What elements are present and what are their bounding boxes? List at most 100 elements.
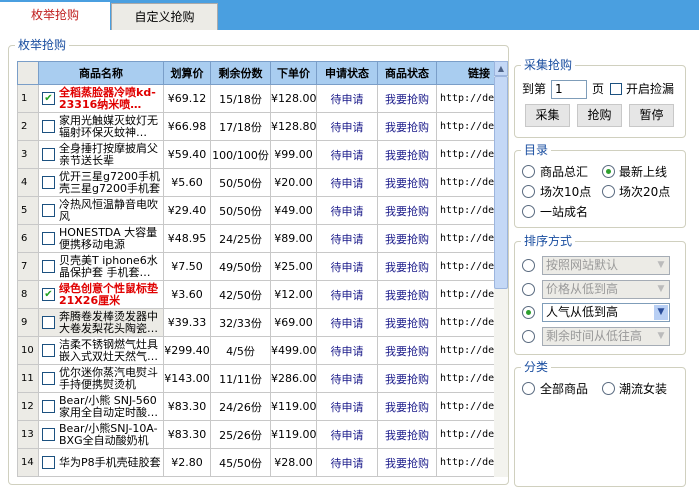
product-name[interactable]: 优尔迷你蒸汽电熨斗手持便携熨烫机	[38, 364, 164, 393]
product-name[interactable]: 冷热风恒温静音电吹风	[38, 196, 164, 225]
product-name[interactable]: ✔ 绿色创意个性鼠标垫21X26厘米	[38, 280, 164, 309]
apply-status[interactable]: 待申请	[316, 196, 378, 225]
product-name[interactable]: ✔ 全稻蒸脸器冷喷kd-23316纳米喷…	[38, 84, 164, 113]
buy-link[interactable]: 我要抢购	[377, 420, 437, 449]
scroll-up-icon[interactable]: ▲	[494, 61, 508, 76]
radio-category-women[interactable]	[602, 382, 615, 395]
buy-link[interactable]: 我要抢购	[377, 308, 437, 337]
apply-status[interactable]: 待申请	[316, 308, 378, 337]
apply-status[interactable]: 待申请	[316, 252, 378, 281]
product-name[interactable]: 全身捶打按摩披肩父亲节送长辈	[38, 140, 164, 169]
buy-link[interactable]: 我要抢购	[377, 168, 437, 197]
header-name[interactable]: 商品名称	[38, 61, 164, 85]
header-link[interactable]: 链接	[436, 61, 495, 85]
radio-category-all[interactable]	[522, 382, 535, 395]
table-row[interactable]: 11 优尔迷你蒸汽电熨斗手持便携熨烫机 ¥143.00 11/11份 ¥286.00 待申…	[17, 364, 495, 393]
apply-status[interactable]: 待申请	[316, 224, 378, 253]
apply-status[interactable]: 待申请	[316, 364, 378, 393]
radio-sort-price[interactable]	[522, 283, 535, 296]
header-remain[interactable]: 剩余份数	[210, 61, 271, 85]
header-item-status[interactable]: 商品状态	[377, 61, 437, 85]
apply-status[interactable]: 待申请	[316, 392, 378, 421]
apply-status[interactable]: 待申请	[316, 336, 378, 365]
radio-catalog-all[interactable]	[522, 165, 535, 178]
table-row[interactable]: 10 洁柔不锈钢燃气灶具嵌入式双灶天然气… ¥299.40 4/5份 ¥499.00 待申…	[17, 336, 495, 365]
radio-catalog-10[interactable]	[522, 185, 535, 198]
tab-custom-buy[interactable]: 自定义抢购	[111, 3, 218, 30]
row-checkbox[interactable]	[42, 316, 55, 329]
radio-sort-time[interactable]	[522, 330, 535, 343]
row-checkbox[interactable]	[42, 344, 55, 357]
row-checkbox[interactable]	[42, 456, 55, 469]
url[interactable]: http://de	[436, 140, 495, 169]
radio-sort-popularity[interactable]	[522, 306, 535, 319]
row-checkbox[interactable]	[42, 176, 55, 189]
buy-link[interactable]: 我要抢购	[377, 280, 437, 309]
tab-enum-buy[interactable]: 枚举抢购	[0, 2, 110, 31]
url[interactable]: http://de	[436, 392, 495, 421]
header-apply-status[interactable]: 申请状态	[316, 61, 378, 85]
collect-button[interactable]: 采集	[525, 104, 570, 127]
vertical-scrollbar[interactable]: ▲	[494, 61, 508, 477]
buy-link[interactable]: 我要抢购	[377, 336, 437, 365]
url[interactable]: http://de	[436, 168, 495, 197]
apply-status[interactable]: 待申请	[316, 448, 378, 477]
radio-sort-default[interactable]	[522, 259, 535, 272]
buy-link[interactable]: 我要抢购	[377, 84, 437, 113]
table-row[interactable]: 12 Bear/小熊 SNJ-560家用全自动定时酸… ¥83.30 24/26份 ¥1…	[17, 392, 495, 421]
url[interactable]: http://de	[436, 224, 495, 253]
buy-link[interactable]: 我要抢购	[377, 112, 437, 141]
buy-link[interactable]: 我要抢购	[377, 252, 437, 281]
product-name[interactable]: HONESTDA 大容量便携移动电源	[38, 224, 164, 253]
row-checkbox[interactable]	[42, 120, 55, 133]
header-price[interactable]: 划算价	[163, 61, 211, 85]
table-row[interactable]: 2 家用光触媒灭蚊灯无辐射环保灭蚊神… ¥66.98 17/18份 ¥128.80 待申请…	[17, 112, 495, 141]
url[interactable]: http://de	[436, 280, 495, 309]
url[interactable]: http://de	[436, 364, 495, 393]
apply-status[interactable]: 待申请	[316, 280, 378, 309]
scroll-thumb[interactable]	[494, 76, 508, 289]
table-row[interactable]: 9 奔腾卷发棒烫发器中大卷发梨花头陶瓷… ¥39.33 32/33份 ¥69.00 待申请…	[17, 308, 495, 337]
url[interactable]: http://de	[436, 420, 495, 449]
buy-link[interactable]: 我要抢购	[377, 392, 437, 421]
url[interactable]: http://de	[436, 84, 495, 113]
apply-status[interactable]: 待申请	[316, 140, 378, 169]
row-checkbox[interactable]	[42, 204, 55, 217]
sort-select-default[interactable]: 按照网站默认 ▼	[542, 256, 670, 275]
apply-status[interactable]: 待申请	[316, 84, 378, 113]
sort-select-price[interactable]: 价格从低到高 ▼	[542, 280, 670, 299]
pause-button[interactable]: 暂停	[629, 104, 674, 127]
radio-catalog-famous[interactable]	[522, 205, 535, 218]
row-checkbox[interactable]: ✔	[42, 92, 55, 105]
leak-checkbox[interactable]	[610, 83, 622, 95]
sort-select-time[interactable]: 剩余时间从低往高 ▼	[542, 327, 670, 346]
row-checkbox[interactable]	[42, 428, 55, 441]
table-row[interactable]: 8 ✔ 绿色创意个性鼠标垫21X26厘米 ¥3.60 42/50份 ¥12.00 待申请 我要…	[17, 280, 495, 309]
apply-status[interactable]: 待申请	[316, 420, 378, 449]
row-checkbox[interactable]	[42, 232, 55, 245]
product-name[interactable]: 家用光触媒灭蚊灯无辐射环保灭蚊神…	[38, 112, 164, 141]
buy-link[interactable]: 我要抢购	[377, 448, 437, 477]
radio-catalog-newest[interactable]	[602, 165, 615, 178]
row-checkbox[interactable]	[42, 372, 55, 385]
url[interactable]: http://de	[436, 252, 495, 281]
table-row[interactable]: 13 Bear/小熊SNJ-10A-BXG全自动酸奶机 ¥83.30 25/26份 ¥1…	[17, 420, 495, 449]
row-checkbox[interactable]	[42, 400, 55, 413]
product-name[interactable]: 奔腾卷发棒烫发器中大卷发梨花头陶瓷…	[38, 308, 164, 337]
buy-button[interactable]: 抢购	[577, 104, 622, 127]
apply-status[interactable]: 待申请	[316, 112, 378, 141]
buy-link[interactable]: 我要抢购	[377, 196, 437, 225]
url[interactable]: http://de	[436, 448, 495, 477]
radio-catalog-20[interactable]	[602, 185, 615, 198]
table-row[interactable]: 7 贝壳美T iphone6水晶保护套 手机套… ¥7.50 49/50份 ¥25.00…	[17, 252, 495, 281]
table-row[interactable]: 5 冷热风恒温静音电吹风 ¥29.40 50/50份 ¥49.00 待申请 我要抢购 http…	[17, 196, 495, 225]
buy-link[interactable]: 我要抢购	[377, 140, 437, 169]
table-row[interactable]: 1 ✔ 全稻蒸脸器冷喷kd-23316纳米喷… ¥69.12 15/18份 ¥128.00…	[17, 84, 495, 113]
product-name[interactable]: 洁柔不锈钢燃气灶具嵌入式双灶天然气…	[38, 336, 164, 365]
product-name[interactable]: 华为P8手机壳硅胶套	[38, 448, 164, 477]
sort-select-popularity[interactable]: 人气从低到高 ▼	[542, 303, 670, 322]
row-checkbox[interactable]	[42, 148, 55, 161]
header-order-price[interactable]: 下单价	[270, 61, 317, 85]
row-checkbox[interactable]: ✔	[42, 288, 55, 301]
table-row[interactable]: 14 华为P8手机壳硅胶套 ¥2.80 45/50份 ¥28.00 待申请 我要抢购 http…	[17, 448, 495, 477]
